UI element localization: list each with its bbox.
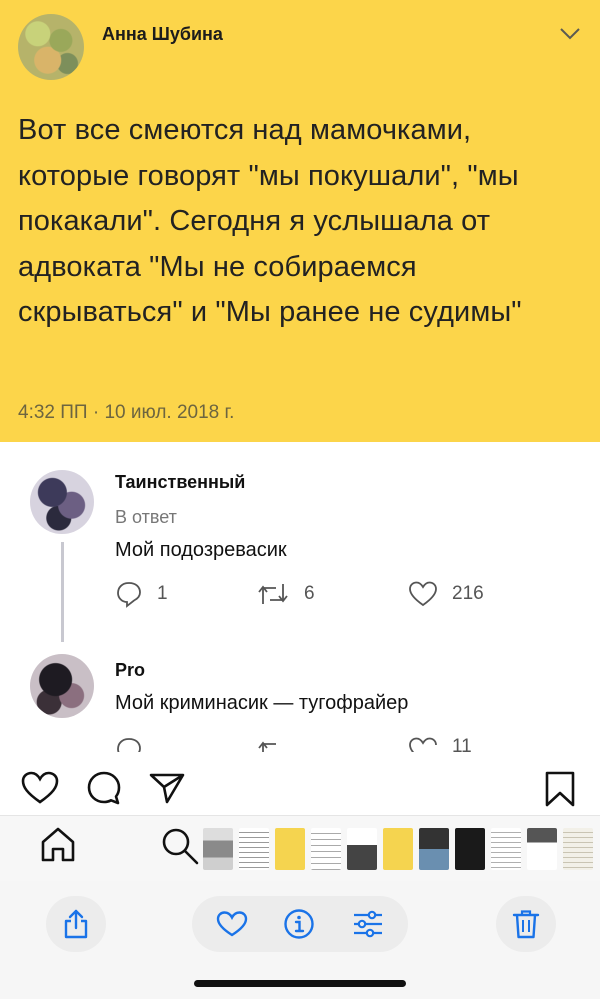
photo-thumbnail[interactable] bbox=[239, 828, 269, 870]
photo-thumbnail[interactable] bbox=[347, 828, 377, 870]
heart-icon[interactable] bbox=[408, 736, 438, 752]
like-count: 216 bbox=[452, 583, 484, 604]
heart-icon[interactable] bbox=[20, 770, 60, 806]
share-icon bbox=[64, 909, 88, 939]
comment-icon bbox=[117, 582, 141, 608]
photo-thumbnail[interactable] bbox=[419, 828, 449, 870]
retweet-icon bbox=[258, 584, 288, 604]
adjust-icon[interactable] bbox=[351, 908, 385, 940]
reply-count: 1 bbox=[157, 583, 168, 604]
avatar[interactable] bbox=[18, 14, 84, 80]
delete-button[interactable] bbox=[496, 896, 556, 952]
photo-thumbnail[interactable] bbox=[383, 828, 413, 870]
trash-icon bbox=[512, 910, 540, 939]
photo-thumbnail[interactable] bbox=[203, 828, 233, 870]
chevron-down-icon[interactable] bbox=[558, 26, 582, 42]
photo-thumbnail[interactable] bbox=[527, 828, 557, 870]
tweet-card: Анна Шубина Вот все смеются над мамочкам… bbox=[0, 0, 600, 442]
like-count: 11 bbox=[452, 736, 472, 752]
photo-thumbnail-strip[interactable] bbox=[203, 828, 593, 870]
photo-thumbnail[interactable] bbox=[491, 828, 521, 870]
info-icon[interactable] bbox=[283, 908, 315, 940]
retweet-action[interactable]: 6 bbox=[256, 580, 315, 608]
bookmark-icon[interactable] bbox=[544, 770, 576, 808]
retweet-icon[interactable] bbox=[256, 736, 290, 752]
home-indicator[interactable] bbox=[194, 980, 406, 987]
tweet-timestamp: 4:32 ПП · 10 июл. 2018 г. bbox=[18, 402, 235, 423]
search-icon[interactable] bbox=[160, 826, 200, 866]
tweet-author[interactable]: Анна Шубина bbox=[102, 24, 223, 45]
photo-thumbnail[interactable] bbox=[563, 828, 593, 870]
send-icon[interactable] bbox=[148, 770, 186, 806]
share-button[interactable] bbox=[46, 896, 106, 952]
like-action[interactable]: 216 bbox=[408, 580, 484, 608]
retweet-count: 6 bbox=[304, 583, 315, 604]
comment-icon[interactable] bbox=[86, 770, 122, 806]
thread-line bbox=[61, 542, 64, 642]
reply-text: Мой криминасик — тугофрайер bbox=[115, 692, 409, 714]
photo-thumbnail[interactable] bbox=[311, 828, 341, 870]
home-icon[interactable] bbox=[38, 824, 78, 864]
reply-text: Мой подозревасик bbox=[115, 539, 287, 561]
photo-thumbnail[interactable] bbox=[455, 828, 485, 870]
reply-author[interactable]: Pro bbox=[115, 660, 145, 681]
comment-icon[interactable] bbox=[115, 736, 143, 752]
tweet-text: Вот все смеются над мамочками, которые г… bbox=[18, 114, 522, 328]
photo-thumbnail[interactable] bbox=[275, 828, 305, 870]
avatar[interactable] bbox=[30, 654, 94, 718]
reply-actions-clipped: 11 bbox=[0, 730, 600, 752]
heart-icon bbox=[409, 581, 437, 607]
reply-context: В ответ bbox=[115, 507, 177, 527]
reply-author[interactable]: Таинственный bbox=[115, 472, 245, 493]
heart-icon[interactable] bbox=[216, 910, 248, 938]
avatar[interactable] bbox=[30, 470, 94, 534]
reply-action[interactable]: 1 bbox=[115, 580, 168, 608]
